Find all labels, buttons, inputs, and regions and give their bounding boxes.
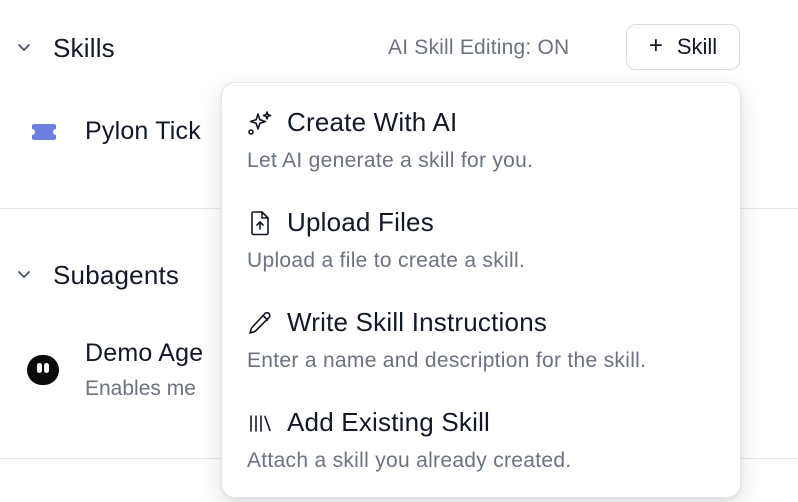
chevron-down-icon[interactable] xyxy=(14,265,34,285)
avatar-eye xyxy=(37,363,42,373)
menu-item-upload-files[interactable]: Upload Files Upload a file to create a s… xyxy=(222,183,740,279)
subagents-section-title: Subagents xyxy=(53,259,180,290)
ai-skill-editing-status[interactable]: AI Skill Editing: ON xyxy=(388,36,569,60)
menu-item-description: Enter a name and description for the ski… xyxy=(247,349,647,372)
skills-panel: Skills AI Skill Editing: ON + Skill Pylo… xyxy=(0,0,798,502)
subagent-item-label[interactable]: Demo Age xyxy=(85,339,203,368)
plus-icon: + xyxy=(648,32,663,59)
agent-avatar xyxy=(27,355,59,385)
avatar-eye xyxy=(44,363,49,373)
menu-item-title: Write Skill Instructions xyxy=(287,307,548,337)
skills-section-title: Skills xyxy=(53,32,115,63)
ticket-icon xyxy=(32,124,56,140)
menu-item-add-existing-skill[interactable]: Add Existing Skill Attach a skill you al… xyxy=(222,383,740,479)
add-skill-button[interactable]: + Skill xyxy=(626,24,740,70)
pencil-icon xyxy=(246,309,274,337)
menu-item-description: Upload a file to create a skill. xyxy=(247,249,526,272)
add-skill-menu: Create With AI Let AI generate a skill f… xyxy=(221,82,741,498)
add-skill-button-label: Skill xyxy=(676,34,718,59)
skill-item-label[interactable]: Pylon Tick xyxy=(85,117,201,146)
menu-item-description: Attach a skill you already created. xyxy=(247,449,572,472)
chevron-down-icon[interactable] xyxy=(14,38,34,58)
menu-item-title: Create With AI xyxy=(287,107,458,137)
menu-item-create-with-ai[interactable]: Create With AI Let AI generate a skill f… xyxy=(222,83,740,179)
subagent-item-description: Enables me xyxy=(85,377,196,400)
library-icon xyxy=(246,409,274,437)
menu-item-title: Upload Files xyxy=(287,207,434,237)
sparkles-icon xyxy=(246,109,274,137)
file-upload-icon xyxy=(246,209,274,237)
menu-item-description: Let AI generate a skill for you. xyxy=(247,149,534,172)
menu-item-title: Add Existing Skill xyxy=(287,407,491,437)
menu-item-write-skill-instructions[interactable]: Write Skill Instructions Enter a name an… xyxy=(222,283,740,379)
